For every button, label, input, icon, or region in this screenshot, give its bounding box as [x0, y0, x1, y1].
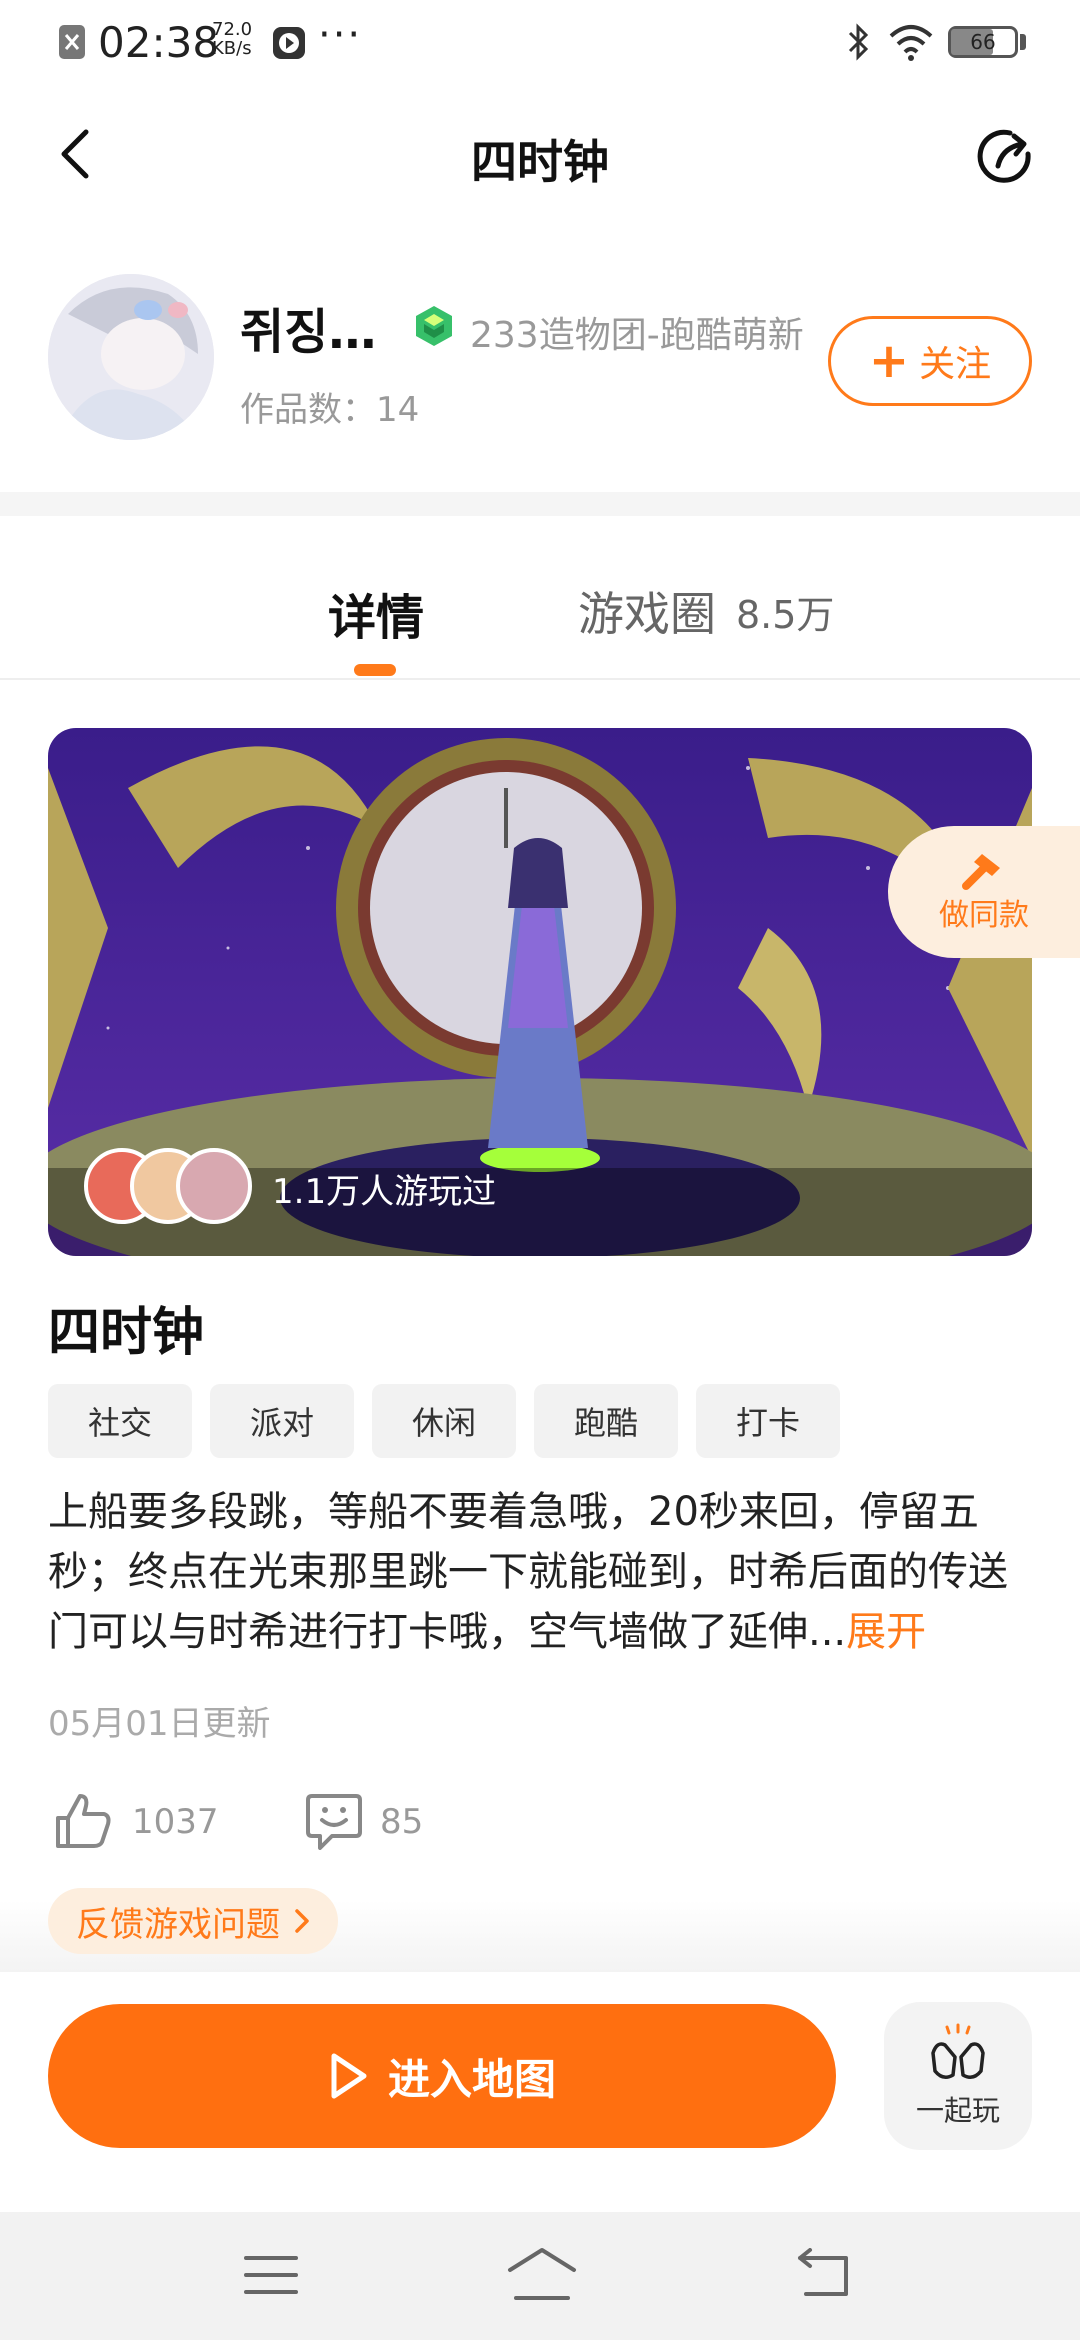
network-speed: 72.0 KB/s: [212, 19, 253, 59]
team-label: 233造物团-跑酷萌新: [470, 315, 804, 356]
played-count: 1.1万人游玩过: [272, 1172, 497, 1212]
like-icon[interactable]: [54, 1792, 112, 1850]
battery-icon: 66: [948, 26, 1018, 58]
tag[interactable]: 打卡: [696, 1384, 840, 1458]
chevron-right-icon: [295, 1909, 309, 1933]
comment-count: 85: [380, 1802, 424, 1842]
player-avatar: [176, 1148, 252, 1224]
tag[interactable]: 休闲: [372, 1384, 516, 1458]
tab-divider: [0, 678, 1080, 680]
player-avatars: [84, 1148, 252, 1224]
team-badge-icon: [416, 306, 452, 346]
hammer-icon: [962, 854, 1000, 890]
tag[interactable]: 派对: [210, 1384, 354, 1458]
game-title: 四时钟: [48, 1303, 205, 1363]
author-avatar[interactable]: [48, 274, 214, 440]
tag-list: 社交 派对 休闲 跑酷 打卡: [48, 1384, 840, 1458]
tab-game-circle-count[interactable]: 8.5万: [736, 584, 834, 639]
works-count: 作品数：14: [240, 390, 420, 430]
like-count: 1037: [132, 1802, 219, 1842]
bluetooth-icon: [848, 23, 869, 61]
tab-indicator: [354, 664, 396, 676]
wifi-icon: [889, 25, 933, 61]
play-together-button[interactable]: 一起玩: [884, 2002, 1032, 2150]
section-divider: [0, 492, 1080, 516]
nav-back-icon[interactable]: [796, 2248, 852, 2300]
feedback-button[interactable]: 反馈游戏问题: [48, 1888, 338, 1954]
status-time: 02:38: [98, 18, 220, 67]
status-bar: 02:38 72.0 KB/s ··· 66: [0, 0, 1080, 84]
plus-icon: +: [868, 333, 910, 389]
more-status-icon: ···: [318, 12, 363, 58]
comment-icon[interactable]: [306, 1792, 362, 1850]
play-icon: [331, 2053, 367, 2099]
menu-icon[interactable]: [244, 2250, 298, 2300]
update-date: 05月01日更新: [48, 1704, 271, 1744]
tab-game-circle[interactable]: 游戏圈: [578, 578, 716, 644]
tag[interactable]: 跑酷: [534, 1384, 678, 1458]
share-icon[interactable]: [974, 124, 1040, 190]
expand-link[interactable]: 展开: [846, 1609, 926, 1655]
game-description: 上船要多段跳，等船不要着急哦，20秒来回，停留五秒；终点在光束那里跳一下就能碰到…: [48, 1489, 1008, 1655]
page-title: 四时钟: [471, 135, 609, 189]
battery-tip: [1020, 34, 1026, 50]
follow-button[interactable]: + 关注: [828, 316, 1032, 406]
enter-map-button[interactable]: 进入地图: [48, 2004, 836, 2148]
clap-icon: [931, 2023, 985, 2079]
tab-detail[interactable]: 详情: [328, 578, 424, 648]
home-icon[interactable]: [506, 2246, 578, 2302]
author-name[interactable]: 쥐징…: [240, 292, 376, 362]
notification-icon: [59, 25, 85, 59]
make-same-button[interactable]: 做同款: [888, 826, 1080, 958]
tag[interactable]: 社交: [48, 1384, 192, 1458]
media-icon: [273, 27, 305, 59]
